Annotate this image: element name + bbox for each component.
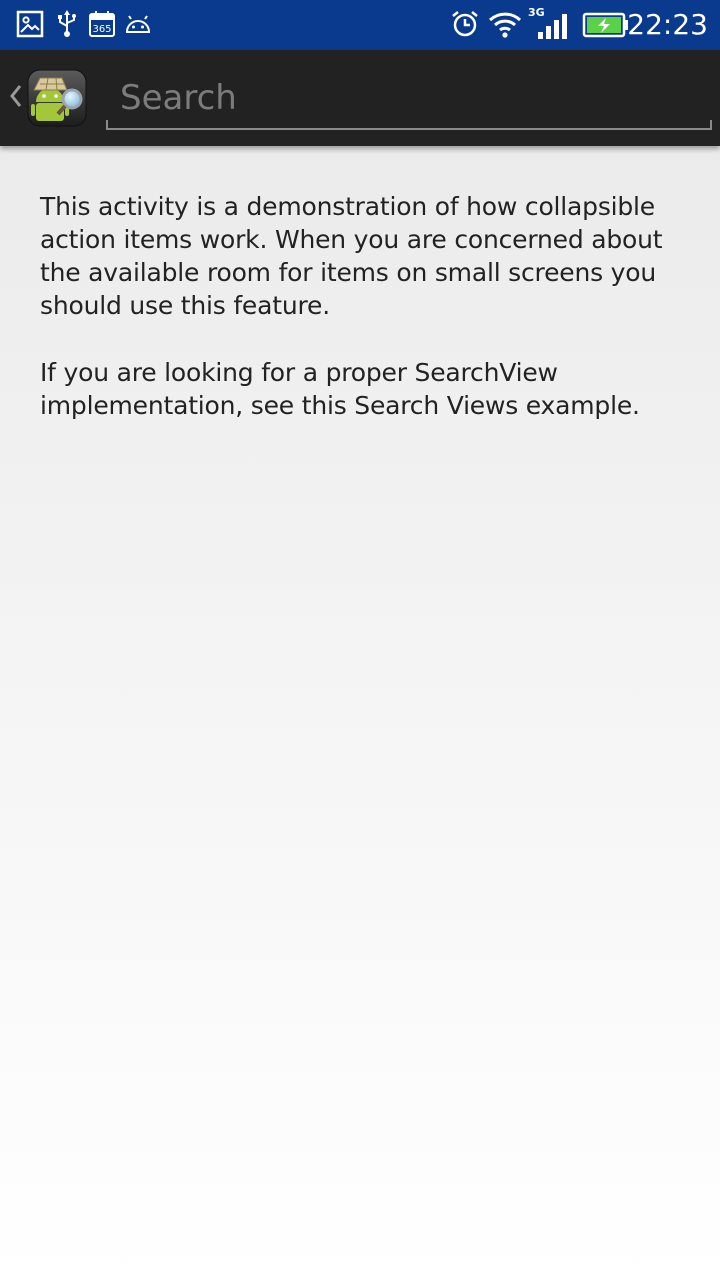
search-input[interactable] xyxy=(106,70,712,126)
image-notification-icon xyxy=(16,10,44,40)
app-logo-icon[interactable] xyxy=(26,68,88,128)
calendar-label: 365 xyxy=(92,24,111,35)
description-paragraph-1: This activity is a demonstration of how … xyxy=(40,192,663,320)
description-paragraph-2: If you are looking for a proper SearchVi… xyxy=(40,358,640,420)
battery-charging-icon xyxy=(582,11,630,41)
signal-icon xyxy=(536,12,570,42)
action-bar xyxy=(0,50,720,146)
search-field-container xyxy=(106,70,712,130)
calendar-365-icon: 365 xyxy=(88,10,116,40)
usb-icon xyxy=(56,10,78,40)
up-navigation-icon[interactable] xyxy=(6,78,24,114)
wifi-icon xyxy=(488,9,522,39)
clock: 22:23 xyxy=(627,8,708,41)
content-area: This activity is a demonstration of how … xyxy=(0,146,720,1280)
alarm-icon xyxy=(450,9,480,39)
status-bar: 365 3G 22:23 xyxy=(0,0,720,50)
android-debug-icon xyxy=(124,10,152,40)
search-underline xyxy=(106,120,712,130)
